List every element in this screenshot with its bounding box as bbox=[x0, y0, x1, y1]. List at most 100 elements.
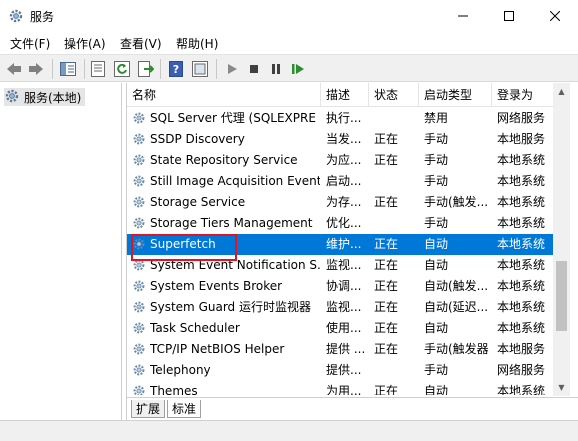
vertical-scrollbar[interactable]: ▲ ▼ bbox=[553, 83, 570, 396]
column-header-description[interactable]: 描述 bbox=[321, 83, 369, 107]
service-gear-icon bbox=[132, 153, 146, 167]
tab-standard[interactable]: 标准 bbox=[167, 400, 202, 418]
cell-status: 正在 bbox=[374, 384, 399, 395]
export-icon[interactable] bbox=[136, 59, 156, 79]
cell-description: 为用... bbox=[326, 384, 362, 395]
column-header-status[interactable]: 状态 bbox=[369, 83, 419, 107]
menu-action[interactable]: 操作(A) bbox=[64, 35, 106, 52]
cell-description: 协调... bbox=[326, 279, 362, 293]
cell-startup-type: 自动 bbox=[424, 237, 449, 251]
table-row[interactable]: System Event Notification S... 监视... 正在 自动 本… bbox=[127, 255, 553, 276]
cell-name: Telephony bbox=[150, 363, 211, 377]
view-icon[interactable] bbox=[190, 59, 210, 79]
help-icon[interactable]: ? bbox=[166, 59, 186, 79]
service-gear-icon bbox=[132, 279, 146, 293]
service-gear-icon bbox=[132, 384, 146, 395]
column-header-startup-type[interactable]: 启动类型 bbox=[419, 83, 492, 107]
cell-description: 为存... bbox=[326, 195, 362, 209]
service-gear-icon bbox=[132, 174, 146, 188]
title-bar: 服务 bbox=[0, 0, 578, 32]
cell-name: SQL Server 代理 (SQLEXPRE bbox=[150, 111, 316, 125]
cell-name: System Event Notification S... bbox=[150, 258, 320, 272]
cell-logon-as: 网络服务 bbox=[497, 363, 546, 377]
tree-item-label: 服务(本地) bbox=[24, 90, 82, 105]
services-list-pane: 名称 描述 状态 启动类型 登录为 SQL Server 代理 (SQLEXPR… bbox=[126, 83, 578, 441]
cell-logon-as: 本地系统 bbox=[497, 384, 546, 395]
table-row[interactable]: Themes 为用... 正在 自动 本地系统 bbox=[127, 381, 553, 395]
column-header-logon-as[interactable]: 登录为 bbox=[492, 83, 553, 107]
cell-status bbox=[374, 108, 418, 129]
table-row[interactable]: SQL Server 代理 (SQLEXPRE 执行... 禁用 网络服务 bbox=[127, 108, 553, 129]
service-gear-icon bbox=[132, 216, 146, 230]
maximize-button[interactable] bbox=[486, 0, 532, 32]
cell-name: TCP/IP NetBIOS Helper bbox=[150, 342, 285, 356]
cell-description: 监视... bbox=[326, 300, 362, 314]
cell-status: 正在 bbox=[374, 195, 399, 209]
service-gear-icon bbox=[132, 132, 146, 146]
menu-file[interactable]: 文件(F) bbox=[10, 35, 50, 52]
pause-icon[interactable] bbox=[266, 59, 286, 79]
tab-extended[interactable]: 扩展 bbox=[131, 400, 166, 418]
view-tabs: 扩展 标准 bbox=[127, 397, 578, 419]
service-gear-icon bbox=[132, 111, 146, 125]
table-row[interactable]: System Guard 运行时监视器 监视... 正在 自动(延迟... 本地系统 bbox=[127, 297, 553, 318]
table-row[interactable]: Task Scheduler 使用... 正在 自动 本地系统 bbox=[127, 318, 553, 339]
table-row[interactable]: Storage Tiers Management 优化... 手动 本地系统 bbox=[127, 213, 553, 234]
show-hide-tree-icon[interactable] bbox=[58, 59, 78, 79]
back-icon[interactable] bbox=[4, 59, 24, 79]
table-row-selected[interactable]: Superfetch 维护... 正在 自动 本地系统 bbox=[127, 234, 553, 255]
menu-view[interactable]: 查看(V) bbox=[120, 35, 162, 52]
table-row[interactable]: TCP/IP NetBIOS Helper 提供 ... 正在 手动(触发器 本地服务 bbox=[127, 339, 553, 360]
properties-icon[interactable] bbox=[88, 59, 108, 79]
cell-name: Storage Service bbox=[150, 195, 246, 209]
svg-text:?: ? bbox=[173, 63, 179, 76]
cell-description: 维护... bbox=[326, 237, 362, 251]
cell-logon-as: 本地系统 bbox=[497, 174, 546, 188]
table-row[interactable]: State Repository Service 为应... 正在 手动 本地系统 bbox=[127, 150, 553, 171]
cell-description: 提供 ... bbox=[326, 342, 366, 356]
cell-logon-as: 本地系统 bbox=[497, 153, 546, 167]
services-table: SQL Server 代理 (SQLEXPRE 执行... 禁用网络服务 SSDP D… bbox=[127, 108, 553, 395]
start-icon[interactable] bbox=[222, 59, 242, 79]
table-row[interactable]: Storage Service 为存... 正在 手动(触发... 本地系统 bbox=[127, 192, 553, 213]
cell-startup-type: 手动 bbox=[424, 174, 449, 188]
cell-logon-as: 本地系统 bbox=[497, 237, 546, 251]
minimize-button[interactable] bbox=[440, 0, 486, 32]
scroll-up-icon[interactable]: ▲ bbox=[553, 83, 570, 100]
cell-startup-type: 自动 bbox=[424, 258, 449, 272]
scroll-down-icon[interactable]: ▼ bbox=[553, 379, 570, 396]
tree-pane: 服务(本地) bbox=[0, 83, 122, 441]
close-button[interactable] bbox=[532, 0, 578, 32]
restart-icon[interactable] bbox=[288, 59, 308, 79]
column-header-name[interactable]: 名称 bbox=[127, 83, 321, 107]
table-row[interactable]: System Events Broker 协调... 正在 自动(触发... 本地系统 bbox=[127, 276, 553, 297]
cell-status: 正在 bbox=[374, 237, 399, 251]
service-gear-icon bbox=[132, 237, 146, 251]
cell-status: 正在 bbox=[374, 153, 399, 167]
cell-status: 正在 bbox=[374, 321, 399, 335]
cell-logon-as: 本地服务 bbox=[497, 132, 546, 146]
cell-startup-type: 禁用 bbox=[424, 111, 449, 125]
table-row[interactable]: Telephony 提供... 手动 网络服务 bbox=[127, 360, 553, 381]
table-row[interactable]: Still Image Acquisition Events 启动... 手动 本地系… bbox=[127, 171, 553, 192]
service-gear-icon bbox=[132, 342, 146, 356]
cell-status: 正在 bbox=[374, 342, 399, 356]
services-gear-icon bbox=[8, 8, 24, 24]
cell-name: State Repository Service bbox=[150, 153, 298, 167]
refresh-icon[interactable] bbox=[112, 59, 132, 79]
cell-logon-as: 本地服务 bbox=[497, 342, 546, 356]
services-gear-icon bbox=[4, 88, 20, 107]
cell-logon-as: 本地系统 bbox=[497, 300, 546, 314]
cell-status: 正在 bbox=[374, 300, 399, 314]
cell-startup-type: 手动 bbox=[424, 153, 449, 167]
stop-icon[interactable] bbox=[244, 59, 264, 79]
cell-status bbox=[374, 213, 418, 234]
scroll-thumb[interactable] bbox=[556, 261, 567, 331]
table-row[interactable]: SSDP Discovery 当发... 正在 手动 本地服务 bbox=[127, 129, 553, 150]
forward-icon[interactable] bbox=[26, 59, 46, 79]
cell-name: System Guard 运行时监视器 bbox=[150, 300, 311, 314]
cell-description: 执行... bbox=[326, 111, 362, 125]
service-gear-icon bbox=[132, 363, 146, 377]
tree-item-services-local[interactable]: 服务(本地) bbox=[4, 88, 86, 107]
menu-help[interactable]: 帮助(H) bbox=[176, 35, 218, 52]
